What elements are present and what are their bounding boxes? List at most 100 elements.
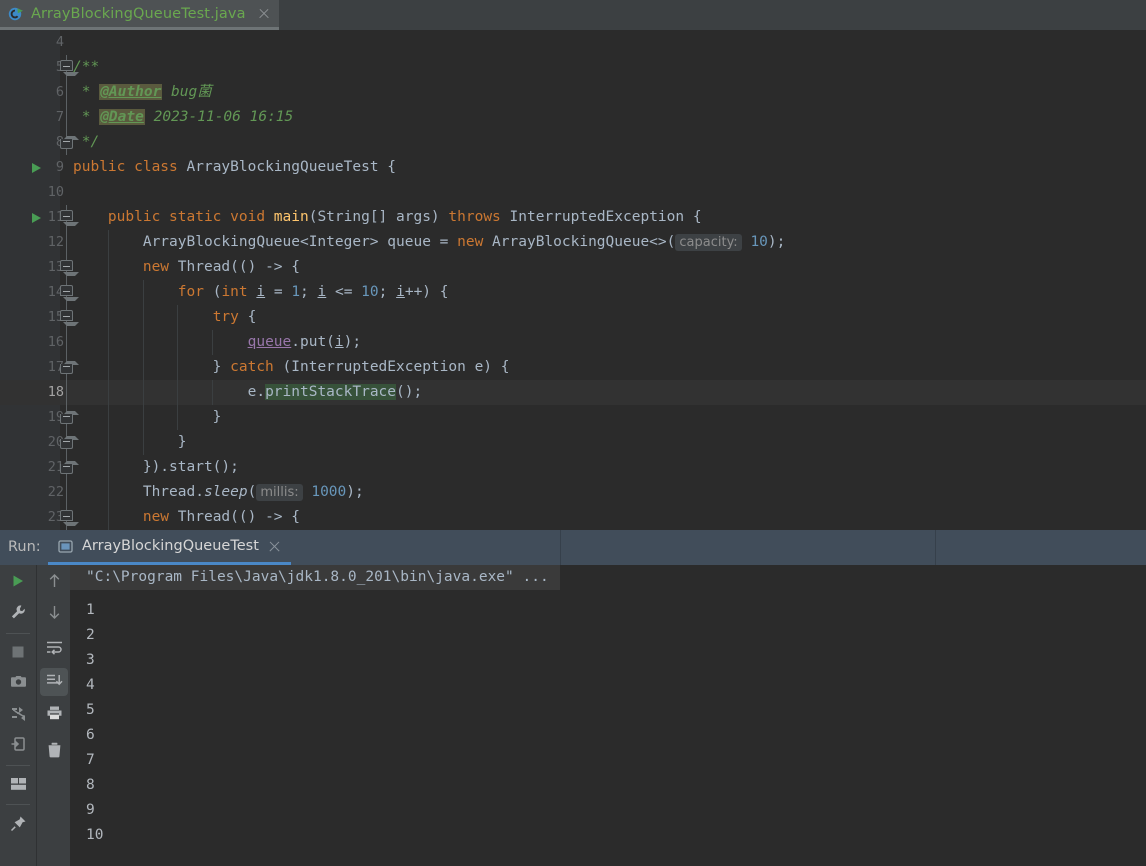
line-number: 14 [47,284,64,300]
editor-tab-arrayblockingqueuetest[interactable]: ArrayBlockingQueueTest.java [0,0,279,30]
run-tool-window-header: Run: ArrayBlockingQueueTest [0,530,1146,565]
code-text: * @Date 2023-11-06 16:15 [73,109,294,125]
soft-wrap-button[interactable] [40,635,68,663]
line-number: 20 [47,434,64,450]
run-gutter-icon[interactable] [32,213,41,223]
code-text: new Thread(() -> { [142,509,300,525]
code-line[interactable]: 16 queue.put(i); [0,330,1146,355]
code-text: }).start(); [73,459,239,475]
fold-region-line [66,480,67,505]
code-line[interactable]: 4 [0,30,1146,55]
fold-marker-icon[interactable] [60,359,79,375]
rerun-failed-button[interactable] [4,600,32,628]
fold-marker-icon[interactable] [60,409,79,425]
code-text: * @Author bug菌 [73,84,212,100]
code-text: for (int i = 1; i <= 10; i++) { [177,284,449,300]
line-number: 16 [47,334,64,350]
toolbar-divider [6,765,30,766]
code-line[interactable]: 20 } [0,430,1146,455]
code-text: public static void main(String[] args) t… [107,209,702,225]
code-line[interactable]: 14 for (int i = 1; i <= 10; i++) { [0,280,1146,305]
code-line[interactable]: 8 */ [0,130,1146,155]
console-output[interactable]: "C:\Program Files\Java\jdk1.8.0_201\bin\… [70,565,1146,866]
line-number: 17 [47,359,64,375]
java-runnable-class-icon [8,6,24,22]
code-text: Thread.sleep(millis: 1000); [73,484,364,501]
scroll-to-end-button[interactable] [40,668,68,696]
layout-icon [10,776,27,795]
up-button[interactable] [40,569,68,597]
editor-tab-label: ArrayBlockingQueueTest.java [31,5,246,22]
fold-region-line [66,80,67,105]
run-toolbar-left [0,565,36,866]
line-number: 21 [47,459,64,475]
stop-button[interactable] [4,639,32,667]
code-line[interactable]: 10 [0,180,1146,205]
code-text: public class ArrayBlockingQueueTest { [73,159,397,175]
fold-marker-icon[interactable] [60,509,79,526]
print-button[interactable] [40,701,68,729]
pin-icon [10,815,27,836]
rerun-button[interactable] [4,569,32,597]
code-line[interactable]: 13 new Thread(() -> { [0,255,1146,280]
pin-button[interactable] [4,811,32,839]
console-output-line: 2 [86,627,95,643]
run-tool-window: Run: ArrayBlockingQueueTest "C:\Program … [0,530,1146,866]
code-line[interactable]: 18 e.printStackTrace(); [0,380,1146,405]
line-number: 5 [30,55,64,80]
clear-all-button[interactable] [40,738,68,766]
fold-marker-icon[interactable] [60,459,79,475]
code-text: } [73,434,187,450]
code-editor[interactable]: 4 5/**6 * @Author bug菌7 * @Date 2023-11-0… [0,30,1146,530]
code-line[interactable]: 22 Thread.sleep(millis: 1000); [0,480,1146,505]
console-output-line: 4 [86,677,95,693]
play-icon [10,573,26,593]
close-icon[interactable] [257,7,271,21]
snapshot-button[interactable] [4,670,32,698]
code-text: e.printStackTrace(); [73,384,423,400]
fold-marker-icon[interactable] [60,259,79,276]
exit-button[interactable] [4,732,32,760]
fold-marker-icon[interactable] [60,309,79,326]
down-button[interactable] [40,600,68,628]
run-gutter-icon[interactable] [32,163,41,173]
arrow-down-icon [47,604,62,624]
stop-icon [11,644,25,663]
code-line[interactable]: 11 public static void main(String[] args… [0,205,1146,230]
code-line[interactable]: 5 /** [0,55,1146,80]
fold-marker-icon[interactable] [60,59,79,76]
code-line[interactable]: 6 * @Author bug菌 [0,80,1146,105]
line-number: 18 [47,384,64,400]
run-tab-arrayblockingqueuetest[interactable]: ArrayBlockingQueueTest [48,530,291,565]
fold-marker-icon[interactable] [60,434,79,450]
thread-dump-button[interactable] [4,701,32,729]
code-line[interactable]: 7 * @Date 2023-11-06 16:15 [0,105,1146,130]
toolbar-divider [6,633,30,634]
fold-marker-icon[interactable] [60,209,79,226]
console-output-line: 1 [86,602,95,618]
code-line[interactable]: 9 public class ArrayBlockingQueueTest { [0,155,1146,180]
code-text: queue.put(i); [247,334,362,350]
run-tab-label: ArrayBlockingQueueTest [82,538,259,554]
fold-marker-icon[interactable] [60,134,79,150]
code-lines: 4 5/**6 * @Author bug菌7 * @Date 2023-11-0… [0,30,1146,530]
layout-button[interactable] [4,771,32,799]
line-number: 12 [47,234,64,250]
code-line[interactable]: 17 } catch (InterruptedException e) { [0,355,1146,380]
line-number: 13 [47,259,64,275]
code-line[interactable]: 12 ArrayBlockingQueue<Integer> queue = n… [0,230,1146,255]
run-header-separator [935,530,936,565]
close-icon[interactable] [268,540,281,553]
code-line[interactable]: 15 try { [0,305,1146,330]
console-output-line: 8 [86,777,95,793]
line-number: 10 [47,184,64,200]
line-number: 4 [55,34,64,50]
fold-marker-icon[interactable] [60,284,79,301]
code-text: } catch (InterruptedException e) { [73,359,510,375]
code-line[interactable]: 23 new Thread(() -> { [0,505,1146,530]
line-number: 8 [30,130,64,155]
line-number: 15 [47,309,64,325]
code-line[interactable]: 21 }).start(); [0,455,1146,480]
code-line[interactable]: 19 } [0,405,1146,430]
fold-region-line [66,330,67,355]
